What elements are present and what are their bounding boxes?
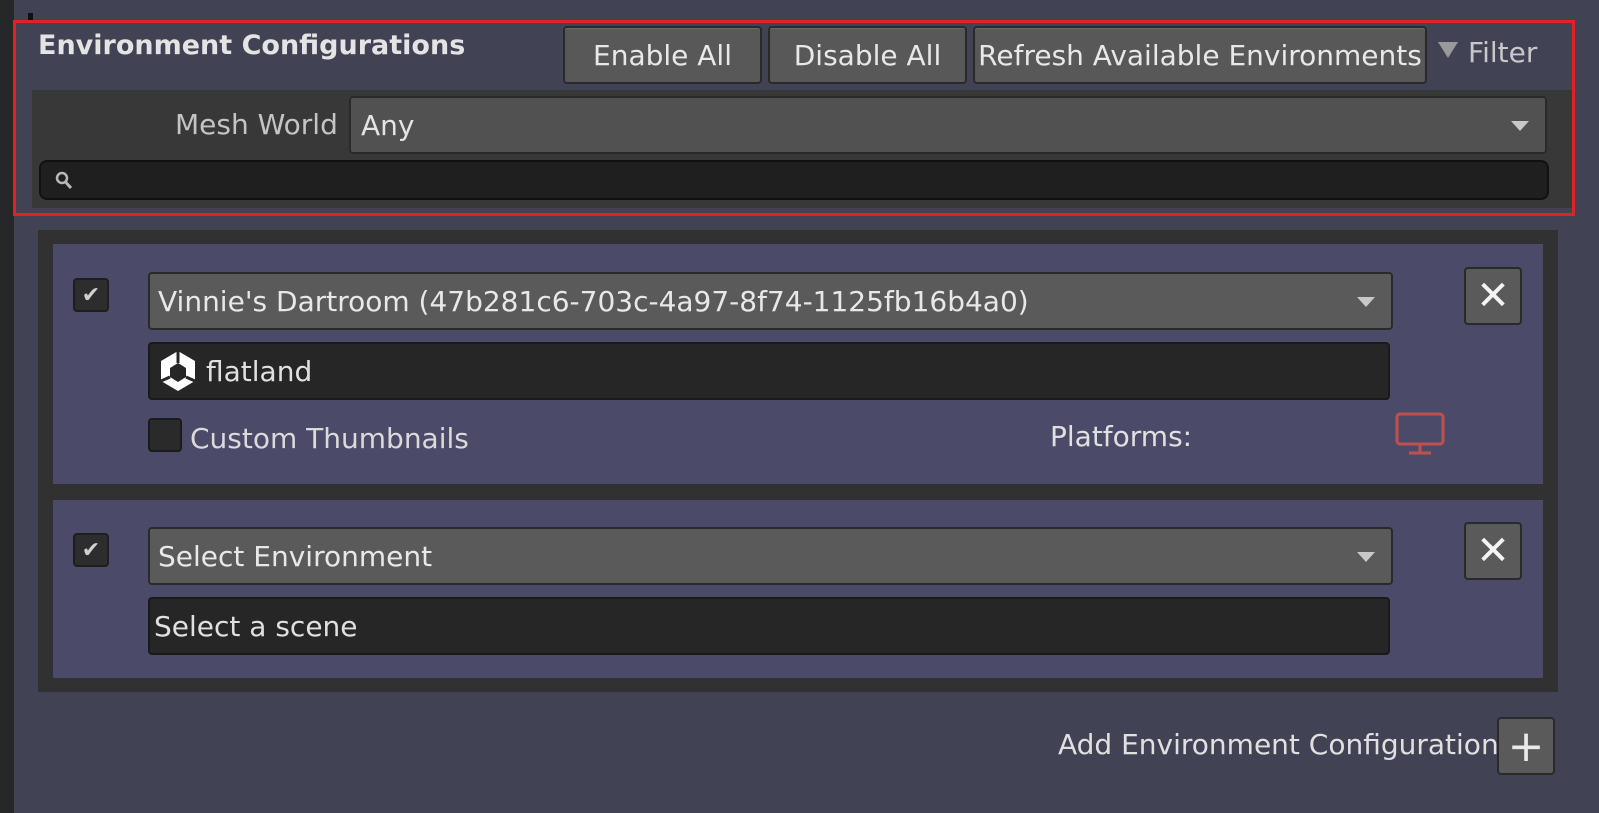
add-configuration-label: Add Environment Configuration <box>1058 728 1499 761</box>
entry-enabled-checkbox[interactable]: ✔ <box>73 278 109 312</box>
search-input[interactable] <box>39 160 1549 200</box>
chevron-down-icon <box>1357 552 1375 562</box>
disable-all-button[interactable]: Disable All <box>768 26 967 84</box>
refresh-environments-button[interactable]: Refresh Available Environments <box>973 26 1427 84</box>
plus-icon: + <box>1507 720 1545 772</box>
remove-entry-button[interactable]: ✕ <box>1464 267 1522 325</box>
remove-entry-button[interactable]: ✕ <box>1464 522 1522 580</box>
triangle-down-icon <box>1438 42 1458 58</box>
close-icon: ✕ <box>1476 273 1510 319</box>
mesh-world-value: Any <box>361 108 415 142</box>
enable-all-button[interactable]: Enable All <box>563 26 762 84</box>
custom-thumbnails-checkbox[interactable] <box>148 418 182 452</box>
filter-label: Filter <box>1468 35 1538 69</box>
entry-enabled-checkbox[interactable]: ✔ <box>73 533 109 567</box>
mesh-world-label: Mesh World <box>175 108 338 141</box>
section-title: Environment Configurations <box>38 30 466 61</box>
environment-value: Select Environment <box>158 539 433 573</box>
chevron-down-icon <box>1511 121 1529 131</box>
search-icon <box>55 171 73 190</box>
scene-value: Select a scene <box>154 609 358 643</box>
unity-cube-icon <box>160 351 196 391</box>
checkmark-icon: ✔ <box>81 282 101 308</box>
filter-foldout[interactable]: Filter <box>1438 32 1537 72</box>
add-configuration-button[interactable]: + <box>1497 717 1555 775</box>
custom-thumbnails-label: Custom Thumbnails <box>190 422 469 455</box>
scene-field[interactable]: flatland <box>148 342 1390 400</box>
monitor-icon[interactable] <box>1395 412 1445 456</box>
scene-field[interactable]: Select a scene <box>148 597 1390 655</box>
environment-dropdown[interactable]: Vinnie's Dartroom (47b281c6-703c-4a97-8f… <box>148 272 1393 330</box>
mesh-world-dropdown[interactable]: Any <box>349 96 1547 154</box>
close-icon: ✕ <box>1476 528 1510 574</box>
environment-dropdown[interactable]: Select Environment <box>148 527 1393 585</box>
environment-value: Vinnie's Dartroom (47b281c6-703c-4a97-8f… <box>158 284 1029 318</box>
platforms-label: Platforms: <box>1050 420 1193 453</box>
chevron-down-icon <box>1357 297 1375 307</box>
scene-value: flatland <box>206 354 313 388</box>
checkmark-icon: ✔ <box>81 537 101 563</box>
